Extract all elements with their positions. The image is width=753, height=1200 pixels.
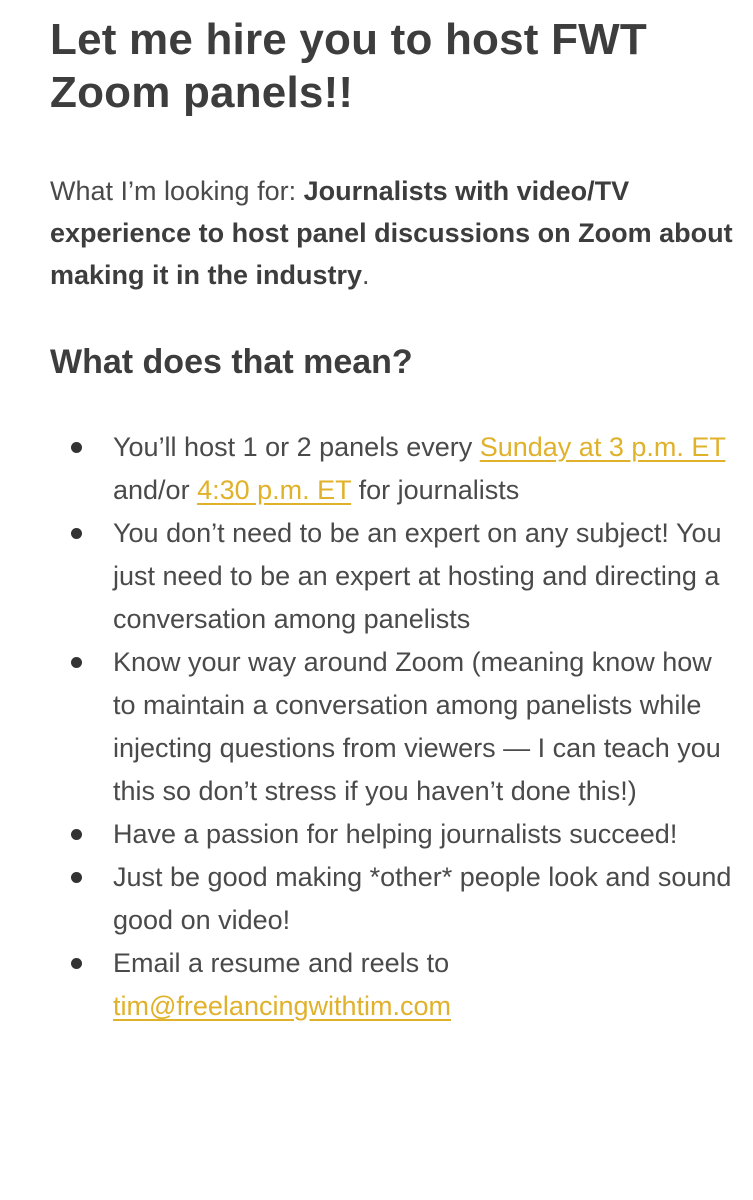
list-item-text: Have a passion for helping journalists s… [113,819,678,849]
email-link[interactable]: tim@freelancingwithtim.com [113,991,451,1021]
intro-paragraph: What I’m looking for: Journalists with v… [50,170,740,296]
list-item-text: Just be good making *other* people look … [113,862,732,935]
bullet-icon [71,958,82,969]
bullet-icon [71,528,82,539]
list-item-text: Email a resume and reels to [113,948,450,978]
intro-prefix: What I’m looking for: [50,176,304,206]
list-item-email: Email a resume and reels to tim@freelanc… [50,942,740,1028]
bullet-icon [71,442,82,453]
list-item-expertise: You don’t need to be an expert on any su… [50,512,740,641]
bullet-icon [71,657,82,668]
list-item-text: You don’t need to be an expert on any su… [113,518,722,634]
sunday-3pm-link[interactable]: Sunday at 3 p.m. ET [480,432,726,462]
intro-suffix: . [362,260,370,290]
list-item-schedule: You’ll host 1 or 2 panels every Sunday a… [50,426,740,512]
bullet-icon [71,872,82,883]
page-title: Let me hire you to host FWT Zoom panels!… [50,15,647,117]
list-item-video: Just be good making *other* people look … [50,856,740,942]
list-item-text: You’ll host 1 or 2 panels every [113,432,480,462]
requirements-list: You’ll host 1 or 2 panels every Sunday a… [50,426,740,1028]
bullet-icon [71,829,82,840]
list-item-passion: Have a passion for helping journalists s… [50,813,740,856]
section-heading: What does that mean? [50,343,413,381]
list-item-text: for journalists [351,475,520,505]
list-item-text: and/or [113,475,198,505]
list-item-text: Know your way around Zoom (meaning know … [113,647,721,806]
article: Let me hire you to host FWT Zoom panels!… [50,0,740,1028]
430pm-link[interactable]: 4:30 p.m. ET [197,475,351,505]
list-item-zoom: Know your way around Zoom (meaning know … [50,641,740,813]
